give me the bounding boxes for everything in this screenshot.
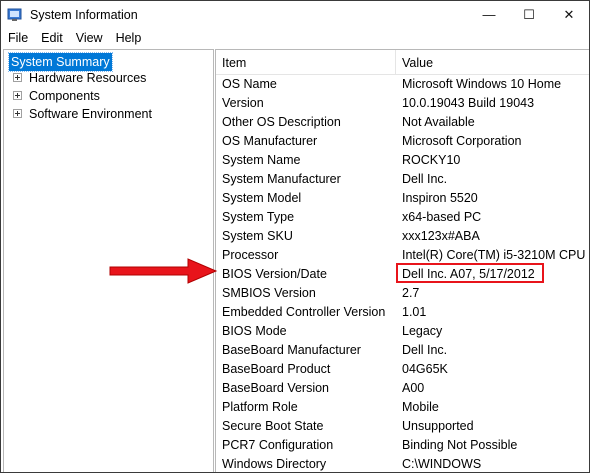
value-cell: 2.7: [402, 286, 420, 300]
system-information-icon: [7, 8, 23, 22]
item-cell: Embedded Controller Version: [222, 305, 386, 319]
value-cell: ROCKY10: [402, 153, 461, 167]
table-row[interactable]: PCR7 Configuration Binding Not Possible: [216, 436, 589, 455]
value-cell: Legacy: [402, 324, 443, 338]
table-row[interactable]: System Name ROCKY10: [216, 151, 589, 170]
value-cell: C:\WINDOWS: [402, 457, 482, 471]
table-row[interactable]: Version 10.0.19043 Build 19043: [216, 94, 589, 113]
value-cell: Dell Inc.: [402, 343, 448, 357]
tree-item-system-summary[interactable]: System Summary: [4, 51, 213, 72]
tree-item-software-environment[interactable]: Software Environment: [4, 105, 213, 123]
table-row[interactable]: System Model Inspiron 5520: [216, 189, 589, 208]
table-row[interactable]: BIOS Version/Date Dell Inc. A07, 5/17/201…: [216, 265, 589, 284]
title-bar: System Information — ☐ ✕: [1, 1, 589, 28]
menu-bar: File Edit View Help: [1, 28, 589, 48]
menu-view[interactable]: View: [69, 31, 109, 45]
expand-icon[interactable]: [13, 109, 22, 118]
table-row[interactable]: SMBIOS Version 2.7: [216, 284, 589, 303]
value-cell: Not Available: [402, 115, 475, 129]
value-cell: 1.01: [402, 305, 427, 319]
table-row[interactable]: Windows Directory C:\WINDOWS: [216, 455, 589, 472]
value-cell: Dell Inc.: [402, 172, 448, 186]
item-cell: BIOS Mode: [222, 324, 287, 338]
value-cell: A00: [402, 381, 425, 395]
tree-item-label: Components: [29, 89, 100, 103]
table-row[interactable]: Secure Boot State Unsupported: [216, 417, 589, 436]
item-cell: System SKU: [222, 229, 293, 243]
item-cell: Other OS Description: [222, 115, 341, 129]
value-cell: x64-based PC: [402, 210, 482, 224]
list-header: Item Value: [216, 50, 589, 75]
column-divider[interactable]: [395, 50, 396, 74]
window-title: System Information: [30, 7, 138, 22]
item-cell: OS Name: [222, 77, 277, 91]
tree-item-label: Hardware Resources: [29, 71, 147, 85]
table-row[interactable]: Other OS Description Not Available: [216, 113, 589, 132]
system-information-window: System Information — ☐ ✕ File Edit View …: [0, 0, 590, 473]
table-row[interactable]: OS Name Microsoft Windows 10 Home: [216, 75, 589, 94]
column-header-value[interactable]: Value: [402, 50, 433, 74]
item-cell: System Manufacturer: [222, 172, 341, 186]
table-row[interactable]: System Manufacturer Dell Inc.: [216, 170, 589, 189]
list-rows: OS Name Microsoft Windows 10 Home Version 1…: [216, 75, 589, 472]
value-cell: 10.0.19043 Build 19043: [402, 96, 535, 110]
item-cell: System Name: [222, 153, 301, 167]
item-cell: Processor: [222, 248, 279, 262]
item-cell: SMBIOS Version: [222, 286, 316, 300]
column-header-item[interactable]: Item: [222, 50, 246, 74]
value-cell: Microsoft Windows 10 Home: [402, 77, 562, 91]
window-controls: — ☐ ✕: [469, 1, 589, 28]
minimize-button[interactable]: —: [469, 1, 509, 28]
red-arrow-annotation: [109, 258, 218, 284]
item-cell: PCR7 Configuration: [222, 438, 334, 452]
maximize-button[interactable]: ☐: [509, 1, 549, 28]
item-cell: BaseBoard Product: [222, 362, 331, 376]
value-cell: Unsupported: [402, 419, 474, 433]
tree-item-hardware-resources[interactable]: Hardware Resources: [4, 69, 213, 87]
close-button[interactable]: ✕: [549, 1, 589, 28]
table-row[interactable]: Embedded Controller Version 1.01: [216, 303, 589, 322]
table-row[interactable]: BaseBoard Version A00: [216, 379, 589, 398]
item-cell: System Model: [222, 191, 302, 205]
value-cell: Microsoft Corporation: [402, 134, 522, 148]
table-row[interactable]: System Type x64-based PC: [216, 208, 589, 227]
value-cell: xxx123x#ABA: [402, 229, 480, 243]
table-row[interactable]: BIOS Mode Legacy: [216, 322, 589, 341]
table-row[interactable]: BaseBoard Product 04G65K: [216, 360, 589, 379]
value-cell: 04G65K: [402, 362, 448, 376]
value-cell: Mobile: [402, 400, 439, 414]
details-list: Item Value OS Name Microsoft Windows 10 H…: [215, 49, 589, 472]
menu-edit[interactable]: Edit: [34, 31, 69, 45]
item-cell: Platform Role: [222, 400, 298, 414]
menu-help[interactable]: Help: [109, 31, 148, 45]
expand-icon[interactable]: [13, 91, 22, 100]
expand-icon[interactable]: [13, 73, 22, 82]
value-cell: Intel(R) Core(TM) i5-3210M CPU @ 2: [402, 248, 589, 262]
item-cell: BIOS Version/Date: [222, 267, 327, 281]
table-row[interactable]: OS Manufacturer Microsoft Corporation: [216, 132, 589, 151]
value-cell: Dell Inc. A07, 5/17/2012: [402, 267, 535, 281]
value-cell: Inspiron 5520: [402, 191, 478, 205]
table-row[interactable]: Platform Role Mobile: [216, 398, 589, 417]
table-row[interactable]: Processor Intel(R) Core(TM) i5-3210M CPU …: [216, 246, 589, 265]
tree-item-label: Software Environment: [29, 107, 152, 121]
item-cell: Secure Boot State: [222, 419, 324, 433]
item-cell: OS Manufacturer: [222, 134, 318, 148]
tree-item-components[interactable]: Components: [4, 87, 213, 105]
item-cell: BaseBoard Manufacturer: [222, 343, 361, 357]
value-cell: Binding Not Possible: [402, 438, 518, 452]
item-cell: Windows Directory: [222, 457, 327, 471]
table-row[interactable]: System SKU xxx123x#ABA: [216, 227, 589, 246]
item-cell: System Type: [222, 210, 295, 224]
table-row[interactable]: BaseBoard Manufacturer Dell Inc.: [216, 341, 589, 360]
item-cell: BaseBoard Version: [222, 381, 330, 395]
item-cell: Version: [222, 96, 264, 110]
menu-file[interactable]: File: [1, 31, 34, 45]
